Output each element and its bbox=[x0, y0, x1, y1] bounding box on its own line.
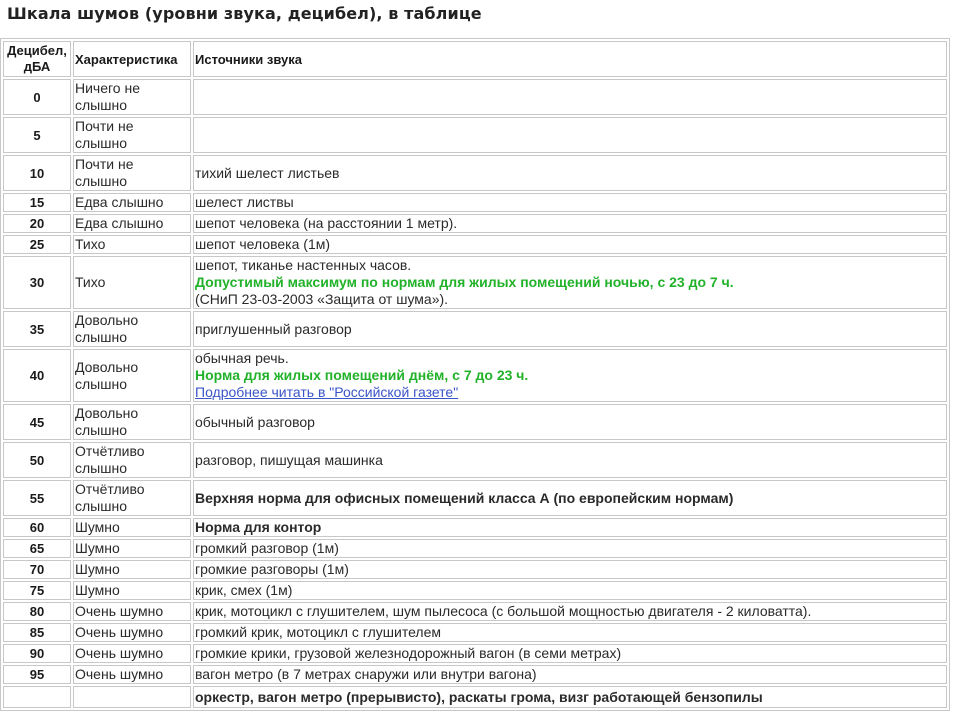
norm-text: Норма для жилых помещений днём, с 7 до 2… bbox=[195, 367, 529, 383]
source-cell: разговор, пишущая машинка bbox=[193, 442, 947, 478]
characteristic-cell: Едва слышно bbox=[73, 214, 191, 233]
table-row: 90 Очень шумно громкие крики, грузовой ж… bbox=[3, 644, 947, 663]
table-row: 15 Едва слышно шелест листвы bbox=[3, 193, 947, 212]
characteristic-cell: Очень шумно bbox=[73, 665, 191, 684]
source-cell: громкие крики, грузовой железнодорожный … bbox=[193, 644, 947, 663]
characteristic-cell: Очень шумно bbox=[73, 623, 191, 642]
source-cell: обычная речь. Норма для жилых помещений … bbox=[193, 349, 947, 402]
db-cell: 85 bbox=[3, 623, 71, 642]
source-cell: вагон метро (в 7 метрах снаружи или внут… bbox=[193, 665, 947, 684]
table-row: 80 Очень шумно крик, мотоцикл с глушител… bbox=[3, 602, 947, 621]
norm-text: Допустимый максимум по нормам для жилых … bbox=[195, 274, 734, 290]
db-cell bbox=[3, 686, 71, 708]
noise-table-container: Децибел, дБА Характеристика Источники зв… bbox=[0, 38, 950, 711]
table-row: 5 Почти не слышно bbox=[3, 117, 947, 153]
noise-scale-table: Децибел, дБА Характеристика Источники зв… bbox=[0, 38, 950, 711]
source-cell: шелест листвы bbox=[193, 193, 947, 212]
source-cell: тихий шелест листьев bbox=[193, 155, 947, 191]
characteristic-cell: Тихо bbox=[73, 256, 191, 309]
characteristic-cell: Довольно слышно bbox=[73, 404, 191, 440]
db-cell: 50 bbox=[3, 442, 71, 478]
table-row: оркестр, вагон метро (прерывисто), раска… bbox=[3, 686, 947, 708]
db-cell: 80 bbox=[3, 602, 71, 621]
rg-article-link[interactable]: Подробнее читать в "Российской газете" bbox=[195, 384, 458, 400]
characteristic-cell bbox=[73, 686, 191, 708]
characteristic-cell: Почти не слышно bbox=[73, 155, 191, 191]
characteristic-cell: Очень шумно bbox=[73, 602, 191, 621]
db-cell: 25 bbox=[3, 235, 71, 254]
db-cell: 5 bbox=[3, 117, 71, 153]
characteristic-cell: Шумно bbox=[73, 581, 191, 600]
source-cell: громкий крик, мотоцикл с глушителем bbox=[193, 623, 947, 642]
db-cell: 40 bbox=[3, 349, 71, 402]
source-cell: обычный разговор bbox=[193, 404, 947, 440]
source-cell: шепот человека (1м) bbox=[193, 235, 947, 254]
source-text: обычная речь. bbox=[195, 350, 289, 366]
table-row: 0 Ничего не слышно bbox=[3, 79, 947, 115]
table-row: 75 Шумно крик, смех (1м) bbox=[3, 581, 947, 600]
warning-text: оркестр, вагон метро (прерывисто), раска… bbox=[193, 686, 947, 708]
source-cell: шепот человека (на расстоянии 1 метр). bbox=[193, 214, 947, 233]
table-row: 70 Шумно громкие разговоры (1м) bbox=[3, 560, 947, 579]
source-cell: громкий разговор (1м) bbox=[193, 539, 947, 558]
db-cell: 90 bbox=[3, 644, 71, 663]
table-row: 40 Довольно слышно обычная речь. Норма д… bbox=[3, 349, 947, 402]
source-text: шепот, тиканье настенных часов. bbox=[195, 257, 412, 273]
characteristic-cell: Почти не слышно bbox=[73, 117, 191, 153]
characteristic-cell: Тихо bbox=[73, 235, 191, 254]
source-note: (СНиП 23-03-2003 «Защита от шума»). bbox=[195, 291, 449, 307]
characteristic-cell: Очень шумно bbox=[73, 644, 191, 663]
source-cell: крик, смех (1м) bbox=[193, 581, 947, 600]
source-cell: шепот, тиканье настенных часов. Допустим… bbox=[193, 256, 947, 309]
table-row: 25 Тихо шепот человека (1м) bbox=[3, 235, 947, 254]
table-row: 85 Очень шумно громкий крик, мотоцикл с … bbox=[3, 623, 947, 642]
db-cell: 15 bbox=[3, 193, 71, 212]
source-cell bbox=[193, 117, 947, 153]
characteristic-cell: Довольно слышно bbox=[73, 349, 191, 402]
source-cell: громкие разговоры (1м) bbox=[193, 560, 947, 579]
header-decibel: Децибел, дБА bbox=[3, 41, 71, 77]
db-cell: 55 bbox=[3, 480, 71, 516]
characteristic-cell: Шумно bbox=[73, 560, 191, 579]
db-cell: 70 bbox=[3, 560, 71, 579]
norm-text: Верхняя норма для офисных помещений клас… bbox=[193, 480, 947, 516]
db-cell: 35 bbox=[3, 311, 71, 347]
table-header-row: Децибел, дБА Характеристика Источники зв… bbox=[3, 41, 947, 77]
table-row: 95 Очень шумно вагон метро (в 7 метрах с… bbox=[3, 665, 947, 684]
characteristic-cell: Шумно bbox=[73, 539, 191, 558]
characteristic-cell: Ничего не слышно bbox=[73, 79, 191, 115]
source-cell bbox=[193, 79, 947, 115]
db-cell: 65 bbox=[3, 539, 71, 558]
db-cell: 95 bbox=[3, 665, 71, 684]
norm-text: Норма для контор bbox=[193, 518, 947, 537]
characteristic-cell: Отчётливо слышно bbox=[73, 442, 191, 478]
header-characteristic: Характеристика bbox=[73, 41, 191, 77]
header-sources: Источники звука bbox=[193, 41, 947, 77]
table-row: 55 Отчётливо слышно Верхняя норма для оф… bbox=[3, 480, 947, 516]
table-row: 30 Тихо шепот, тиканье настенных часов. … bbox=[3, 256, 947, 309]
table-row: 35 Довольно слышно приглушенный разговор bbox=[3, 311, 947, 347]
characteristic-cell: Отчётливо слышно bbox=[73, 480, 191, 516]
table-row: 10 Почти не слышно тихий шелест листьев bbox=[3, 155, 947, 191]
table-row: 45 Довольно слышно обычный разговор bbox=[3, 404, 947, 440]
db-cell: 60 bbox=[3, 518, 71, 537]
characteristic-cell: Едва слышно bbox=[73, 193, 191, 212]
db-cell: 75 bbox=[3, 581, 71, 600]
db-cell: 0 bbox=[3, 79, 71, 115]
db-cell: 30 bbox=[3, 256, 71, 309]
source-cell: крик, мотоцикл с глушителем, шум пылесос… bbox=[193, 602, 947, 621]
characteristic-cell: Довольно слышно bbox=[73, 311, 191, 347]
page-title: Шкала шумов (уровни звука, децибел), в т… bbox=[7, 4, 482, 23]
source-cell: приглушенный разговор bbox=[193, 311, 947, 347]
table-row: 50 Отчётливо слышно разговор, пишущая ма… bbox=[3, 442, 947, 478]
db-cell: 10 bbox=[3, 155, 71, 191]
characteristic-cell: Шумно bbox=[73, 518, 191, 537]
table-row: 65 Шумно громкий разговор (1м) bbox=[3, 539, 947, 558]
db-cell: 20 bbox=[3, 214, 71, 233]
db-cell: 45 bbox=[3, 404, 71, 440]
table-row: 60 Шумно Норма для контор bbox=[3, 518, 947, 537]
table-row: 20 Едва слышно шепот человека (на рассто… bbox=[3, 214, 947, 233]
